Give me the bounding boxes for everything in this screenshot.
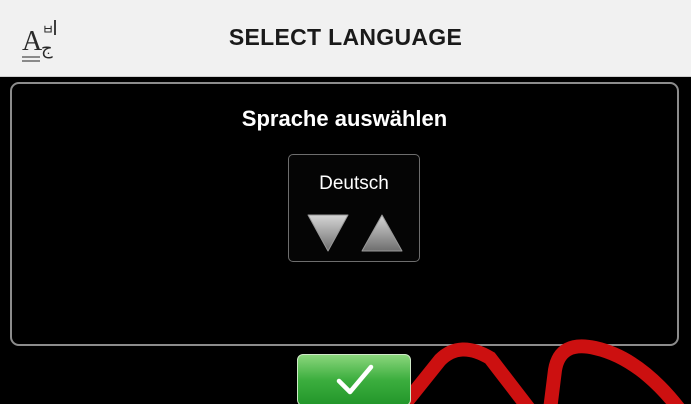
triangle-up-icon[interactable]: [358, 211, 406, 255]
language-panel: Sprache auswählen Deutsch: [10, 82, 679, 346]
selected-language-label: Deutsch: [319, 173, 389, 194]
panel-subtitle: Sprache auswählen: [241, 106, 448, 131]
confirm-button[interactable]: [297, 354, 411, 404]
triangle-down-icon[interactable]: [304, 211, 352, 255]
header-bar: A ㅂ ج SELECT LANGUAGE: [0, 0, 691, 77]
language-selector: Deutsch: [288, 154, 420, 262]
language-settings-screen: A ㅂ ج SELECT LANGUAGE Sprache auswählen …: [0, 0, 691, 404]
checkmark-icon: [336, 364, 374, 395]
page-title: SELECT LANGUAGE: [228, 24, 463, 50]
